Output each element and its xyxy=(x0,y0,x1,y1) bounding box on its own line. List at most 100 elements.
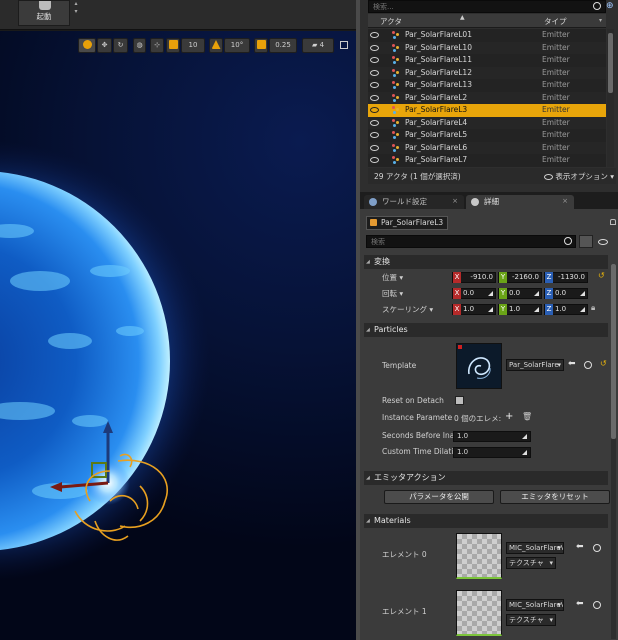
outliner-scroll-thumb[interactable] xyxy=(608,33,613,93)
outliner-row[interactable]: Par_SolarFlareL12 Emitter xyxy=(368,66,606,79)
outliner-search-input[interactable] xyxy=(369,1,579,12)
outliner-row[interactable]: Par_SolarFlareL5 Emitter xyxy=(368,129,606,142)
search-icon[interactable] xyxy=(564,237,572,245)
use-selected-arrow-icon[interactable]: ⬅ xyxy=(576,542,584,552)
details-scroll-thumb[interactable] xyxy=(611,264,616,439)
section-emitter-actions[interactable]: エミッタアクション xyxy=(364,471,608,485)
viewport-scene[interactable] xyxy=(0,31,358,640)
visibility-eye-icon[interactable] xyxy=(370,69,379,76)
translate-mode-icon[interactable]: ✥ xyxy=(97,38,112,53)
use-selected-arrow-icon[interactable]: ⬅ xyxy=(568,359,576,369)
actor-name-field[interactable]: Par_SolarFlareL3 xyxy=(366,216,449,230)
reset-emitter-button[interactable]: エミッタをリセット xyxy=(500,490,610,504)
visibility-eye-icon[interactable] xyxy=(370,144,379,151)
visibility-eye-icon[interactable] xyxy=(370,32,379,38)
level-viewport[interactable]: 起動 ▴ ▾ ✥ ↻ ◍ ⊹ 10 10° 0.25 ▰ 4 xyxy=(0,0,358,640)
outliner-scrollbar[interactable] xyxy=(607,29,614,167)
material1-combo[interactable]: MIC_SolarFlareV xyxy=(506,599,564,611)
search-icon[interactable] xyxy=(593,2,601,10)
reset-location-icon[interactable]: ↺ xyxy=(598,271,605,280)
rotation-z-field[interactable]: Z 0.0 xyxy=(544,288,588,299)
scale-label[interactable]: スケーリング ▾ xyxy=(382,304,433,315)
outliner-row[interactable]: Par_SolarFlareL4 Emitter xyxy=(368,116,606,129)
grid-snap-value[interactable]: 10 xyxy=(181,38,205,53)
scale-z-field[interactable]: Z 1.0 xyxy=(544,304,588,315)
property-matrix-icon[interactable] xyxy=(579,235,593,248)
scale-lock-icon[interactable]: 🔒︎ xyxy=(591,303,595,313)
select-mode-icon[interactable] xyxy=(78,38,96,53)
location-z-field[interactable]: Z -1130.0 xyxy=(544,272,588,283)
column-actor-header[interactable]: アクタ xyxy=(380,16,402,27)
browse-asset-icon[interactable] xyxy=(593,601,601,609)
outliner-row[interactable]: Par_SolarFlareL7 Emitter xyxy=(368,154,606,167)
scale-snap-icon[interactable] xyxy=(254,38,268,53)
tab-world-settings[interactable]: ワールド設定 × xyxy=(364,195,464,209)
outliner-row[interactable]: Par_SolarFlareL6 Emitter xyxy=(368,141,606,154)
details-search-input[interactable] xyxy=(367,236,557,247)
scale-y-field[interactable]: Y 1.0 xyxy=(498,304,542,315)
rotation-y-field[interactable]: Y 0.0 xyxy=(498,288,542,299)
outliner-search-box[interactable] xyxy=(368,0,606,13)
material0-thumbnail[interactable] xyxy=(456,533,502,579)
visibility-eye-icon[interactable] xyxy=(370,82,379,88)
visibility-eye-icon[interactable] xyxy=(370,157,379,163)
visibility-eye-icon[interactable] xyxy=(370,44,379,51)
add-folder-icon[interactable]: ⊕ xyxy=(606,1,618,11)
visibility-eye-icon[interactable] xyxy=(370,94,379,101)
location-x-field[interactable]: X -910.0 xyxy=(452,272,496,283)
rotation-label[interactable]: 回転 ▾ xyxy=(382,288,403,299)
eye-icon[interactable] xyxy=(598,239,608,245)
seconds-before-field[interactable]: 1.0 xyxy=(453,431,531,442)
reset-template-icon[interactable]: ↺ xyxy=(600,359,607,368)
location-y-field[interactable]: Y -2160.0 xyxy=(498,272,542,283)
tab-details[interactable]: 詳細 × xyxy=(466,195,574,209)
column-menu-icon[interactable]: ▾ xyxy=(599,17,602,24)
rotation-snap-icon[interactable] xyxy=(209,38,223,53)
trash-icon[interactable]: 🗑︎ xyxy=(522,412,532,421)
section-materials[interactable]: Materials xyxy=(364,514,608,528)
custom-time-field[interactable]: 1.0 xyxy=(453,447,531,458)
scale-snap-value[interactable]: 0.25 xyxy=(269,38,297,53)
template-thumbnail[interactable] xyxy=(456,343,502,389)
publish-parameters-button[interactable]: パラメータを公開 xyxy=(384,490,494,504)
close-icon[interactable]: × xyxy=(452,195,458,208)
section-particles[interactable]: Particles xyxy=(364,323,608,337)
visibility-eye-icon[interactable] xyxy=(370,119,379,126)
details-scrollbar[interactable] xyxy=(611,264,616,639)
scale-x-field[interactable]: X 1.0 xyxy=(452,304,496,315)
outliner-row[interactable]: Par_SolarFlareL01 Emitter xyxy=(368,29,606,42)
maximize-viewport-icon[interactable] xyxy=(340,41,348,49)
visibility-eye-icon[interactable] xyxy=(370,107,379,113)
material0-texture-combo[interactable]: テクスチャ xyxy=(506,557,556,569)
launch-options-arrow-icon[interactable]: ▴ ▾ xyxy=(72,0,80,26)
outliner-row[interactable]: Par_SolarFlareL2 Emitter xyxy=(368,91,606,104)
lock-icon[interactable] xyxy=(610,219,616,225)
column-type-header[interactable]: タイプ xyxy=(544,16,567,27)
rotate-mode-icon[interactable]: ↻ xyxy=(113,38,128,53)
rotation-x-field[interactable]: X 0.0 xyxy=(452,288,496,299)
camera-speed-button[interactable]: ▰ 4 xyxy=(302,38,334,53)
browse-asset-icon[interactable] xyxy=(584,361,592,369)
grid-snap-icon[interactable] xyxy=(166,38,180,53)
world-space-icon[interactable]: ◍ xyxy=(133,38,146,53)
material1-texture-combo[interactable]: テクスチャ xyxy=(506,614,556,626)
outliner-row[interactable]: Par_SolarFlareL11 Emitter xyxy=(368,54,606,67)
visibility-eye-icon[interactable] xyxy=(370,132,379,138)
close-icon[interactable]: × xyxy=(562,195,568,208)
surface-snap-icon[interactable]: ⊹ xyxy=(150,38,164,53)
visibility-eye-icon[interactable] xyxy=(370,57,379,63)
view-options-button[interactable]: 表示オプション ▾ xyxy=(544,171,614,182)
outliner-row[interactable]: Par_SolarFlareL10 Emitter xyxy=(368,41,606,54)
launch-button[interactable]: 起動 xyxy=(18,0,70,26)
rotation-snap-value[interactable]: 10° xyxy=(224,38,250,53)
browse-asset-icon[interactable] xyxy=(593,544,601,552)
material1-thumbnail[interactable] xyxy=(456,590,502,636)
outliner-row[interactable]: Par_SolarFlareL3 Emitter xyxy=(368,104,606,117)
material0-combo[interactable]: MIC_SolarFlareV xyxy=(506,542,564,554)
add-element-icon[interactable]: + xyxy=(505,411,513,422)
details-search-box[interactable] xyxy=(366,235,576,248)
outliner-row[interactable]: Par_SolarFlareL13 Emitter xyxy=(368,79,606,92)
location-label[interactable]: 位置 ▾ xyxy=(382,272,403,283)
reset-on-detach-checkbox[interactable] xyxy=(455,396,464,405)
section-transform[interactable]: 変換 xyxy=(364,255,608,269)
